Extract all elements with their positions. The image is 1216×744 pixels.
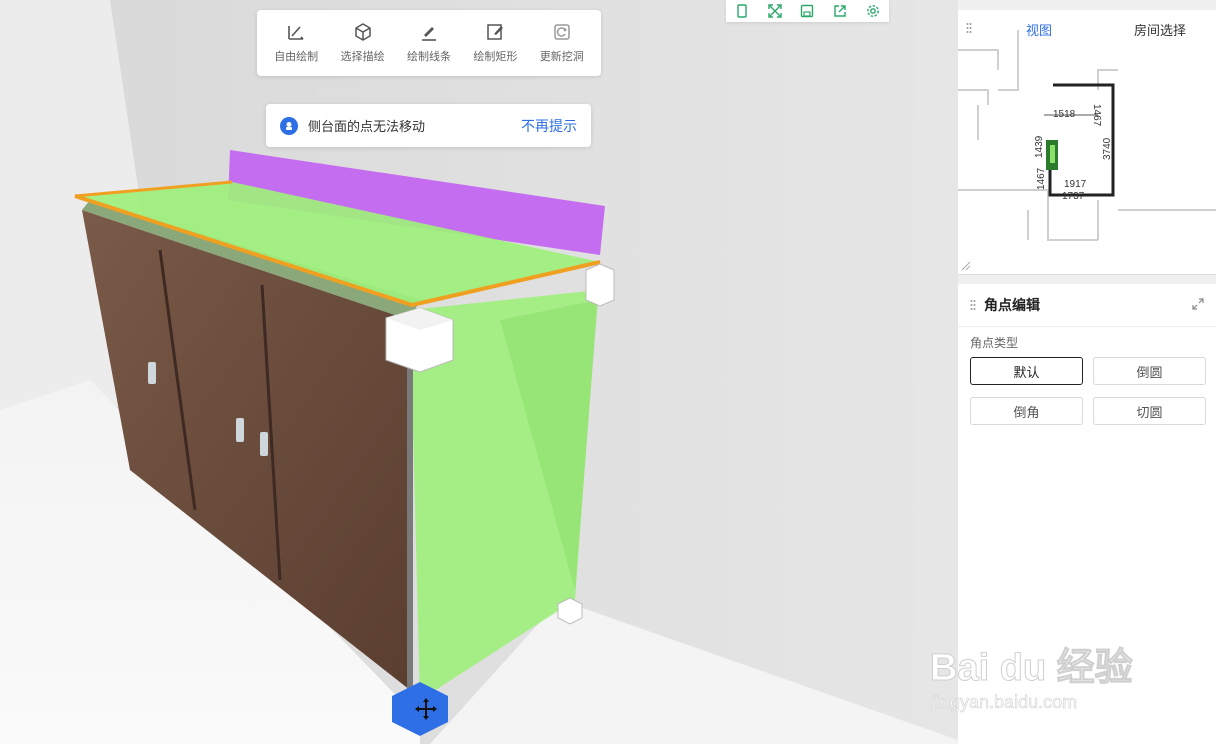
option-default-button[interactable]: 默认 [970, 357, 1083, 385]
fullscreen-icon[interactable] [767, 3, 783, 19]
option-round-button[interactable]: 倒圆 [1093, 357, 1206, 385]
dim-label: 1467 [1091, 104, 1102, 127]
rect-edit-icon [487, 24, 504, 40]
floor-plan[interactable]: 1518 1467 1439 3740 1917 1737 1467 [958, 10, 1216, 274]
corner-handle-cube[interactable] [385, 307, 454, 373]
free-draw-icon [288, 26, 304, 40]
corner-type-label: 角点类型 [970, 336, 1019, 350]
option-cut-round-button[interactable]: 切圆 [1093, 397, 1206, 425]
minimap-panel: 视图 房间选择 1518 1467 1439 3740 1917 1737 14… [958, 10, 1216, 275]
pen-line-icon [421, 27, 436, 41]
tool-label: 自由绘制 [274, 51, 319, 63]
tool-label: 绘制矩形 [473, 51, 518, 63]
tool-label: 绘制线条 [406, 51, 451, 63]
dim-label: 1518 [1053, 109, 1076, 120]
corner-handle-cube-bottom[interactable] [557, 597, 583, 625]
dont-remind-button[interactable]: 不再提示 [521, 116, 577, 136]
corner-handle-cube-back[interactable] [585, 263, 615, 307]
info-icon [280, 116, 298, 135]
resize-grip-icon [961, 261, 971, 271]
expand-icon[interactable] [1192, 298, 1204, 310]
hint-text: 侧台面的点无法移动 [308, 119, 426, 134]
3d-viewport[interactable]: 自由绘制 选择描绘 绘制线条 绘制矩形 更新挖洞 侧台面的点无法移动 不再提示 [0, 0, 958, 744]
tool-label: 更新挖洞 [539, 51, 584, 63]
drag-handle-icon[interactable] [970, 299, 976, 311]
settings-icon[interactable] [865, 3, 881, 19]
baidu-watermark: Bai du 经验 jingyan.baidu.com [930, 622, 1133, 712]
share-icon[interactable] [832, 3, 848, 19]
hint-toast: 侧台面的点无法移动 不再提示 [266, 104, 591, 147]
tool-update-hole[interactable]: 更新挖洞 [530, 22, 594, 64]
dim-label: 1737 [1062, 191, 1085, 202]
watermark-url: jingyan.baidu.com [931, 692, 1077, 712]
tool-draw-line[interactable]: 绘制线条 [397, 22, 461, 64]
dim-label: 1439 [1034, 135, 1045, 158]
dim-label: 3740 [1102, 137, 1113, 160]
tool-free-draw[interactable]: 自由绘制 [264, 22, 328, 64]
view-icon-bar [726, 0, 889, 22]
dim-label: 1917 [1064, 179, 1087, 190]
watermark-brand: Bai du 经验 [930, 647, 1133, 689]
draw-toolbar: 自由绘制 选择描绘 绘制线条 绘制矩形 更新挖洞 [257, 10, 601, 76]
phone-icon[interactable] [734, 3, 750, 19]
tool-label: 选择描绘 [340, 51, 385, 63]
cube-select-icon [354, 23, 371, 41]
dim-label: 1467 [1036, 167, 1047, 190]
refresh-hole-icon [554, 24, 570, 40]
tool-select-draw[interactable]: 选择描绘 [331, 22, 395, 64]
save-icon[interactable] [799, 3, 815, 19]
panel-title: 角点编辑 [984, 297, 1040, 313]
option-chamfer-button[interactable]: 倒角 [970, 397, 1083, 425]
tool-draw-rect[interactable]: 绘制矩形 [463, 22, 527, 64]
corner-edit-header: 角点编辑 [958, 284, 1216, 327]
